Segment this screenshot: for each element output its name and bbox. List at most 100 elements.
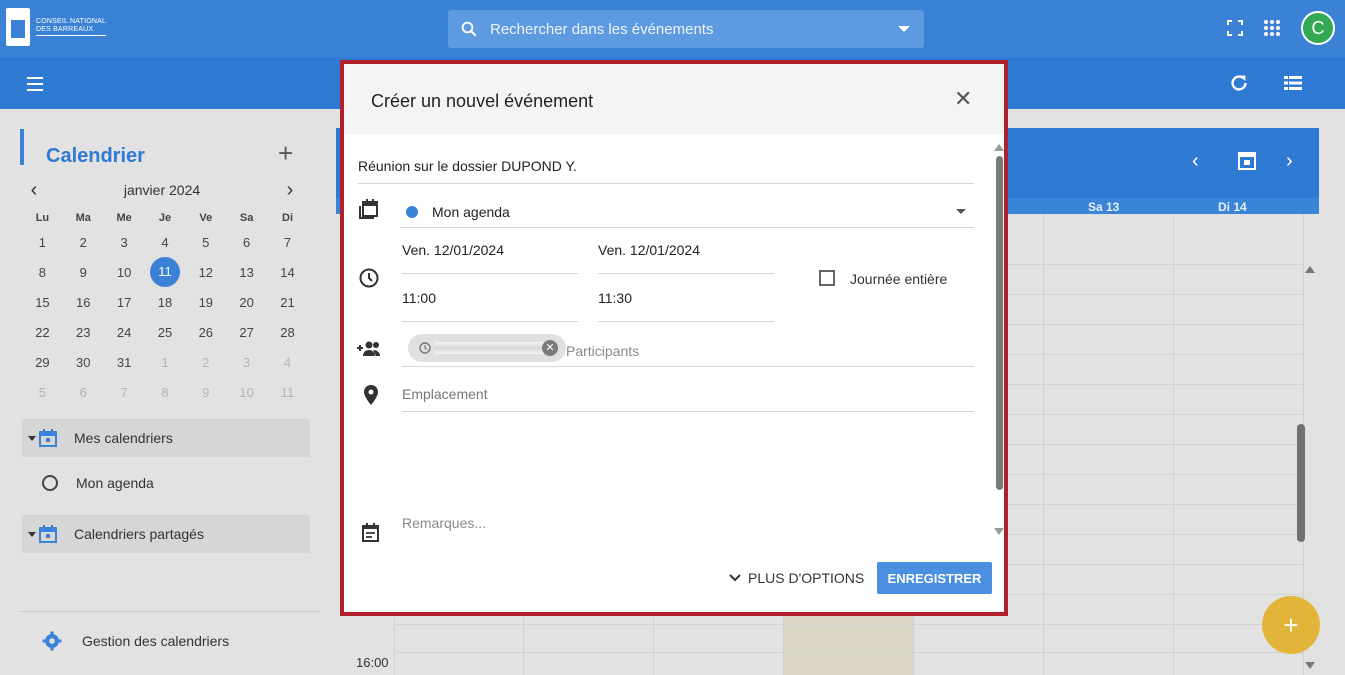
- calendar-day[interactable]: 21: [267, 287, 308, 317]
- apps-grid-icon[interactable]: [1263, 19, 1281, 37]
- scroll-up-icon[interactable]: [1305, 266, 1315, 273]
- shared-calendars-label: Calendriers partagés: [74, 526, 204, 542]
- dialog-title: Créer un nouvel événement: [371, 91, 594, 111]
- calendar-day-other-month[interactable]: 9: [185, 377, 226, 407]
- calendar-day-other-month[interactable]: 1: [145, 347, 186, 377]
- remove-chip-icon[interactable]: ✕: [542, 340, 558, 356]
- dialog-scrollbar[interactable]: [996, 156, 1003, 490]
- dialog-scroll-down-icon[interactable]: [994, 528, 1004, 535]
- all-day-label: Journée entière: [850, 271, 948, 287]
- today-calendar-icon[interactable]: [1238, 150, 1256, 170]
- calendar-day[interactable]: 29: [22, 347, 63, 377]
- my-agenda-item[interactable]: Mon agenda: [42, 475, 154, 491]
- more-options-button[interactable]: PLUS D'OPTIONS: [728, 570, 864, 586]
- next-week-icon[interactable]: ›: [1286, 150, 1293, 173]
- logo-text: CONSEIL NATIONAL DES BARREAUX: [36, 18, 107, 36]
- calendar-color-dot: [406, 205, 418, 218]
- my-calendars-section[interactable]: Mes calendriers: [22, 419, 310, 457]
- calendar-day[interactable]: 4: [145, 227, 186, 257]
- close-icon[interactable]: ✕: [954, 88, 972, 110]
- calendar-day[interactable]: 9: [63, 257, 104, 287]
- menu-icon[interactable]: [27, 77, 43, 91]
- search-placeholder: Rechercher dans les événements: [490, 20, 714, 38]
- add-event-fab[interactable]: +: [1262, 596, 1320, 654]
- calendar-day-other-month[interactable]: 11: [267, 377, 308, 407]
- calendar-select[interactable]: Mon agenda: [400, 196, 974, 228]
- calendar-day[interactable]: 15: [22, 287, 63, 317]
- calendar-day[interactable]: 18: [145, 287, 186, 317]
- calendar-scrollbar[interactable]: [1297, 424, 1305, 542]
- end-time-field[interactable]: 11:30: [598, 290, 774, 322]
- calendar-day[interactable]: 24: [104, 317, 145, 347]
- calendar-day[interactable]: 19: [185, 287, 226, 317]
- calendar-day[interactable]: 23: [63, 317, 104, 347]
- calendar-day-other-month[interactable]: 3: [226, 347, 267, 377]
- calendar-day[interactable]: 28: [267, 317, 308, 347]
- calendar-day[interactable]: 12: [185, 257, 226, 287]
- agenda-radio[interactable]: [42, 475, 58, 491]
- search-dropdown-icon[interactable]: [898, 26, 910, 32]
- calendar-day[interactable]: 7: [267, 227, 308, 257]
- logo[interactable]: CONSEIL NATIONAL DES BARREAUX: [6, 8, 107, 46]
- calendar-day-other-month[interactable]: 10: [226, 377, 267, 407]
- calendar-day[interactable]: 10: [104, 257, 145, 287]
- prev-month-icon[interactable]: ‹: [24, 179, 44, 202]
- calendar-day[interactable]: 20: [226, 287, 267, 317]
- calendar-day[interactable]: 25: [145, 317, 186, 347]
- event-title-field[interactable]: Réunion sur le dossier DUPOND Y.: [358, 152, 974, 184]
- participant-chip[interactable]: ✕: [408, 334, 566, 362]
- calendar-day[interactable]: 2: [63, 227, 104, 257]
- dialog-scroll-up-icon[interactable]: [994, 144, 1004, 151]
- start-date-field[interactable]: Ven. 12/01/2024: [402, 242, 578, 274]
- participants-input[interactable]: Participants: [566, 343, 639, 359]
- chevron-down-icon: [956, 209, 966, 214]
- fullscreen-icon[interactable]: [1227, 20, 1243, 36]
- calendar-day[interactable]: 16: [63, 287, 104, 317]
- start-time-field[interactable]: 11:00: [402, 290, 578, 322]
- refresh-icon[interactable]: [1228, 72, 1250, 94]
- all-day-checkbox[interactable]: [819, 270, 835, 286]
- weekday-label: Ve: [199, 212, 213, 224]
- participant-name-redacted: [434, 342, 544, 354]
- notes-field[interactable]: Remarques...: [402, 515, 486, 531]
- calendar-day[interactable]: 14: [267, 257, 308, 287]
- calendar-day[interactable]: 3: [104, 227, 145, 257]
- shared-calendars-section[interactable]: Calendriers partagés: [22, 515, 310, 553]
- list-view-icon[interactable]: [1284, 76, 1302, 90]
- scroll-down-icon[interactable]: [1305, 662, 1315, 669]
- calendar-day-other-month[interactable]: 5: [22, 377, 63, 407]
- manage-calendars-button[interactable]: Gestion des calendriers: [42, 631, 229, 651]
- calendar-day[interactable]: 17: [104, 287, 145, 317]
- calendar-day[interactable]: 31: [104, 347, 145, 377]
- weekday-label: Sa: [239, 212, 254, 224]
- calendar-day[interactable]: 26: [185, 317, 226, 347]
- calendar-day[interactable]: 30: [63, 347, 104, 377]
- calendar-day-selected[interactable]: 11: [145, 257, 186, 287]
- add-calendar-button[interactable]: +: [278, 140, 293, 166]
- month-navigation: ‹ janvier 2024 ›: [24, 179, 300, 201]
- calendar-day-other-month[interactable]: 2: [185, 347, 226, 377]
- location-pin-icon: [364, 385, 378, 405]
- calendar-day-other-month[interactable]: 4: [267, 347, 308, 377]
- calendar-day-other-month[interactable]: 7: [104, 377, 145, 407]
- prev-week-icon[interactable]: ‹: [1192, 150, 1199, 173]
- calendar-day[interactable]: 5: [185, 227, 226, 257]
- calendar-day[interactable]: 13: [226, 257, 267, 287]
- calendar-day[interactable]: 22: [22, 317, 63, 347]
- dialog-header: Créer un nouvel événement ✕: [344, 64, 1004, 134]
- save-button[interactable]: ENREGISTRER: [877, 562, 992, 594]
- divider: [20, 611, 320, 612]
- calendar-day[interactable]: 8: [22, 257, 63, 287]
- user-avatar[interactable]: C: [1301, 11, 1335, 45]
- location-field[interactable]: Emplacement: [402, 386, 974, 412]
- manage-calendars-label: Gestion des calendriers: [82, 633, 230, 649]
- end-date-field[interactable]: Ven. 12/01/2024: [598, 242, 774, 274]
- sidebar-title: Calendrier: [46, 145, 145, 167]
- calendar-day[interactable]: 27: [226, 317, 267, 347]
- calendar-day-other-month[interactable]: 6: [63, 377, 104, 407]
- next-month-icon[interactable]: ›: [280, 179, 300, 202]
- calendar-day[interactable]: 1: [22, 227, 63, 257]
- search-bar[interactable]: Rechercher dans les événements: [448, 10, 924, 48]
- calendar-day[interactable]: 6: [226, 227, 267, 257]
- calendar-day-other-month[interactable]: 8: [145, 377, 186, 407]
